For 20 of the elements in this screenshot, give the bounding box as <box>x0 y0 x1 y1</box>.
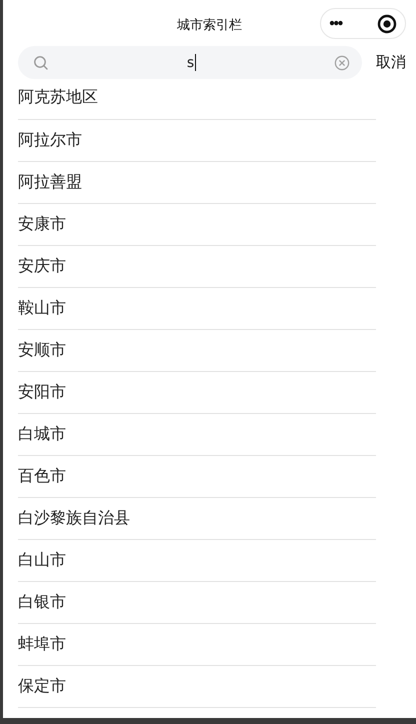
city-item[interactable]: 百色市 <box>18 466 66 487</box>
city-item[interactable]: 阿克苏地区 <box>18 87 98 108</box>
more-button[interactable]: ••• <box>329 15 342 32</box>
page-title: 城市索引栏 <box>177 17 242 34</box>
city-item[interactable]: 白山市 <box>18 550 66 571</box>
search-field[interactable]: s <box>18 46 362 79</box>
city-item[interactable]: 白城市 <box>18 424 66 445</box>
city-item[interactable]: 保定市 <box>18 676 66 697</box>
city-item[interactable]: 安庆市 <box>18 256 66 277</box>
city-item[interactable]: 蚌埠市 <box>18 634 66 655</box>
city-item[interactable]: 阿拉尔市 <box>18 130 82 151</box>
city-item[interactable]: 白沙黎族自治县 <box>18 508 130 529</box>
search-icon <box>33 54 49 70</box>
cancel-button[interactable]: 取消 <box>376 53 406 72</box>
city-item[interactable]: 安阳市 <box>18 382 66 403</box>
city-item[interactable]: 安顺市 <box>18 340 66 361</box>
city-item[interactable]: 白银市 <box>18 592 66 613</box>
city-item[interactable]: 安康市 <box>18 214 66 235</box>
city-item[interactable]: 鞍山市 <box>18 298 66 319</box>
city-item[interactable]: 阿拉善盟 <box>18 172 82 193</box>
